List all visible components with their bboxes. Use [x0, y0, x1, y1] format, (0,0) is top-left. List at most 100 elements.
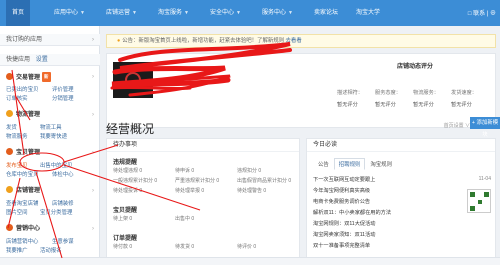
- chevron-right-icon: ›: [92, 226, 94, 232]
- tab-taobao-rules[interactable]: 淘宝规则: [365, 158, 397, 170]
- main-content: ● 公告：新版淘宝首页上线啦，新增功能，赶紧去体验吧！了解新规则 去看看 店铺动态…: [100, 26, 500, 265]
- nav-shop-operations[interactable]: 店铺运营 ▼: [100, 0, 143, 26]
- nav-label: 首页: [12, 10, 25, 16]
- news-item[interactable]: 淘宝网规则：双11大促活动: [313, 220, 375, 227]
- caret-down-icon: ▼: [184, 10, 189, 16]
- todo-item[interactable]: 待处理投诉 0: [113, 187, 142, 194]
- todo-item[interactable]: 待申诉 0: [175, 167, 194, 174]
- todo-item[interactable]: 出售假冒商品累计扣分 0: [237, 177, 291, 184]
- link-image-space[interactable]: 图片空间: [6, 208, 28, 216]
- link-order-verify[interactable]: 订单核实: [6, 94, 28, 102]
- tab-recruit-rules[interactable]: 招聘规则: [333, 158, 366, 170]
- todo-item[interactable]: 待上架 0: [113, 215, 132, 222]
- group-item-management[interactable]: 宝贝管理 ›: [0, 148, 100, 158]
- todo-panel: 待办事项 违规提醒 待处理违规 0 待申诉 0 违规扣分 0 一般违规累计扣分 …: [106, 138, 300, 265]
- link-event-signup[interactable]: 活动报名: [40, 246, 62, 254]
- shop-info-card: 店铺动态评分 描述相符： 服务态度： 物流服务： 发货速度： 暂无评分 暂无评分…: [106, 53, 496, 128]
- group-marketing-center[interactable]: 营销中心 ›: [0, 224, 100, 234]
- todo-item[interactable]: 严重违规累计扣分 0: [175, 177, 219, 184]
- home-settings-link[interactable]: 首页设置 ∨: [444, 122, 470, 129]
- news-item[interactable]: 下一次互联网互动定要跟上: [313, 176, 375, 183]
- todo-group-title: 订单提醒: [113, 236, 138, 242]
- link-distribution[interactable]: 分销管理: [52, 94, 74, 102]
- link-shop-decoration[interactable]: 店铺装修: [52, 199, 74, 207]
- shop-icon: [6, 186, 13, 193]
- nav-home[interactable]: 首页: [6, 0, 31, 26]
- link-logistics-tools[interactable]: 物流工具: [40, 123, 62, 131]
- link-marketing-center[interactable]: 店铺营销中心: [6, 237, 38, 245]
- todo-item[interactable]: 待发货 0: [175, 243, 194, 250]
- rating-label: 描述相符：: [337, 90, 363, 96]
- qr-block: [478, 200, 482, 204]
- nav-taobao-university[interactable]: 淘宝大学: [350, 0, 386, 26]
- nav-service-center[interactable]: 服务中心 ▼: [256, 0, 299, 26]
- news-date: 11-04: [478, 176, 491, 182]
- nav-label: 店铺运营: [106, 10, 131, 16]
- rating-label: 物流服务：: [413, 90, 439, 96]
- group-logistics-management[interactable]: 物流管理 ›: [0, 110, 100, 120]
- caret-down-icon: ▼: [132, 10, 137, 16]
- chevron-right-icon: ›: [92, 112, 94, 118]
- link-category-management[interactable]: 宝贝分类管理: [40, 208, 72, 216]
- today-tabs: 公告 招聘规则 淘宝规则: [313, 158, 397, 170]
- rating-label: 发货速度：: [451, 90, 477, 96]
- link-send-express[interactable]: 我要寄快递: [40, 132, 67, 140]
- nav-label: 淘宝大学: [356, 10, 381, 16]
- tab-announcements[interactable]: 公告: [313, 158, 334, 170]
- link-ship[interactable]: 发货: [6, 123, 17, 131]
- rating-value: 暂无评分: [451, 102, 472, 108]
- link-promote[interactable]: 我要推广: [6, 246, 28, 254]
- news-item[interactable]: 淘宝网卖家须知：双11活动: [313, 231, 375, 238]
- todo-item[interactable]: 待处理警告 0: [237, 187, 266, 194]
- notice-text: 新版淘宝首页上线啦，新增功能，赶紧去体验吧！了解新规则: [138, 38, 285, 44]
- today-title: 今日必读: [307, 139, 495, 152]
- todo-item[interactable]: 待付款 0: [113, 243, 132, 250]
- news-item[interactable]: 双十一准备事项完整清单: [313, 242, 370, 249]
- rating-label: 服务态度：: [375, 90, 401, 96]
- group-title: 店铺管理: [16, 188, 41, 194]
- top-navigation: 首页 应用中心 ▼ 店铺运营 ▼ 淘宝服务 ▼ 安全中心 ▼ 服务中心 ▼ 卖家论坛 淘宝…: [0, 0, 500, 26]
- news-item[interactable]: 解析双11：中小卖家都在用的方法: [313, 209, 391, 216]
- notice-link[interactable]: 去看看: [286, 38, 302, 44]
- shop-rating-title: 店铺动态评分: [397, 64, 434, 70]
- nav-security-center[interactable]: 安全中心 ▼: [204, 0, 247, 26]
- link-review-management[interactable]: 评价管理: [52, 85, 74, 93]
- news-item[interactable]: 电商卡免费服务调价公告: [313, 198, 370, 205]
- group-title: 物流管理: [16, 112, 41, 118]
- caret-down-icon: ▼: [288, 10, 293, 16]
- todo-item[interactable]: 待处理违规 0: [113, 167, 142, 174]
- link-logistics-service[interactable]: 物流服务: [6, 132, 28, 140]
- link-publish-item[interactable]: 发布宝贝: [6, 161, 28, 169]
- rating-value: 暂无评分: [337, 102, 358, 108]
- todo-item[interactable]: 违规扣分 0: [237, 167, 261, 174]
- todo-item[interactable]: 待评价 0: [237, 243, 256, 250]
- link-items-in-warehouse[interactable]: 仓库中的宝贝: [6, 170, 38, 178]
- group-shop-management[interactable]: 店铺管理 ›: [0, 186, 100, 196]
- chevron-right-icon: ›: [92, 150, 94, 156]
- quick-apps-settings-link[interactable]: 设置: [36, 57, 48, 63]
- my-apps-label: 我订购的应用: [6, 37, 43, 43]
- todo-item[interactable]: 待处理举报 0: [175, 187, 204, 194]
- shop-logo[interactable]: [113, 62, 153, 98]
- todo-group-title: 违规提醒: [113, 160, 138, 166]
- todo-item[interactable]: 出售中 0: [175, 215, 194, 222]
- trade-icon: [6, 73, 13, 80]
- add-module-button[interactable]: + 添加新模块: [470, 117, 500, 138]
- todo-item[interactable]: 一般违规累计扣分 0: [113, 177, 157, 184]
- nav-seller-forum[interactable]: 卖家论坛: [308, 0, 344, 26]
- news-item[interactable]: 今年淘宝网便利真实高级: [313, 187, 370, 194]
- my-apps-header[interactable]: 我订购的应用 ›: [0, 34, 100, 46]
- nav-app-center[interactable]: 应用中心 ▼: [48, 0, 91, 26]
- link-view-shop[interactable]: 查看淘宝店铺: [6, 199, 38, 207]
- quick-apps-header: 快捷应用 设置: [0, 54, 100, 66]
- link-business-advisor[interactable]: 生意参谋: [52, 237, 74, 245]
- top-right-tools[interactable]: □ 联系 | ⊕: [468, 8, 496, 17]
- group-trade-management[interactable]: 交易管理新 ›: [0, 72, 100, 82]
- group-title: 营销中心: [16, 226, 41, 232]
- link-health-center[interactable]: 体检中心: [52, 170, 74, 178]
- notice-label: 公告: [122, 38, 134, 44]
- box-icon: [6, 148, 13, 155]
- link-items-on-sale[interactable]: 出售中的宝贝: [40, 161, 72, 169]
- nav-taobao-service[interactable]: 淘宝服务 ▼: [152, 0, 195, 26]
- link-sold-items[interactable]: 已卖出的宝贝: [6, 85, 38, 93]
